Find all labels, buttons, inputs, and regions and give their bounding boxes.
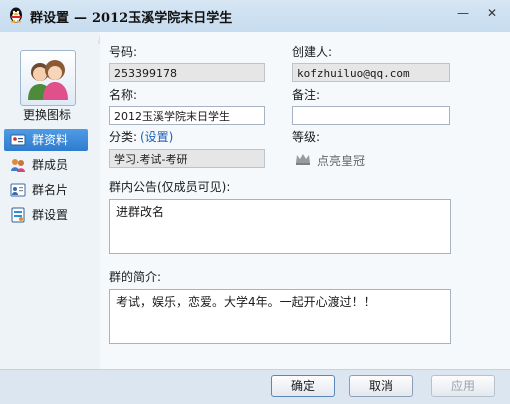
cancel-button[interactable]: 取消 (349, 375, 413, 397)
number-label: 号码: (109, 45, 138, 59)
creator-label: 创建人: (292, 45, 333, 59)
title-group-name: 2012玉溪学院末日学生 (92, 11, 233, 26)
window-title: 群设置 — 2012玉溪学院末日学生 (30, 7, 232, 26)
sidebar-item-group-members[interactable]: 群成员 (4, 154, 88, 176)
note-field[interactable] (292, 106, 450, 125)
change-icon-link[interactable]: 更换图标 (0, 106, 94, 123)
minimize-button[interactable]: — (451, 4, 475, 22)
ok-button[interactable]: 确定 (271, 375, 335, 397)
group-info-panel: 号码: 253399178 创建人: kofzhuiluo@qq.com 名称:… (100, 32, 510, 369)
title-separator: — (74, 11, 88, 26)
group-name-field[interactable]: 2012玉溪学院末日学生 (109, 106, 265, 125)
crown-icon (296, 154, 310, 165)
intro-label: 群的简介: (109, 270, 162, 284)
qq-penguin-icon (10, 7, 22, 23)
group-avatar-icon (28, 60, 68, 100)
sidebar: 更换图标 群资料 群成员 群名片 群设置 (0, 32, 100, 369)
note-label: 备注: (292, 88, 321, 102)
close-button[interactable]: ✕ (480, 4, 504, 22)
id-card-icon (10, 134, 26, 146)
category-field[interactable]: 学习.考试-考研 (109, 149, 265, 168)
group-number-field[interactable]: 253399178 (109, 63, 265, 82)
group-intro-textarea[interactable]: 考试，娱乐，恋爱。大学4年。一起开心渡过！！ (109, 289, 451, 344)
creator-field[interactable]: kofzhuiluo@qq.com (292, 63, 450, 82)
title-prefix: 群设置 (30, 11, 70, 26)
sidebar-item-label: 群资料 (32, 133, 69, 147)
business-card-icon (10, 183, 26, 197)
notice-label: 群内公告(仅成员可见): (109, 180, 231, 194)
level-label: 等级: (292, 130, 321, 144)
dialog-button-bar: 确定 取消 应用 (0, 369, 510, 404)
name-label: 名称: (109, 88, 138, 102)
group-notice-textarea[interactable]: 进群改名 (109, 199, 451, 254)
category-settings-link[interactable]: (设置) (140, 128, 173, 145)
sidebar-item-group-info[interactable]: 群资料 (4, 129, 88, 151)
apply-button[interactable]: 应用 (431, 375, 495, 397)
sidebar-item-group-settings[interactable]: 群设置 (4, 204, 88, 226)
sidebar-item-label: 群设置 (32, 208, 69, 222)
light-crown-link[interactable]: 点亮皇冠 (317, 152, 365, 169)
group-avatar[interactable] (20, 50, 76, 106)
category-label: 分类: (109, 130, 138, 144)
members-icon (11, 159, 25, 172)
sidebar-item-group-card[interactable]: 群名片 (4, 179, 88, 201)
title-bar: 群设置 — 2012玉溪学院末日学生 — ✕ (0, 0, 510, 32)
settings-icon (11, 207, 25, 223)
sidebar-item-label: 群名片 (32, 183, 69, 197)
sidebar-item-label: 群成员 (32, 158, 69, 172)
